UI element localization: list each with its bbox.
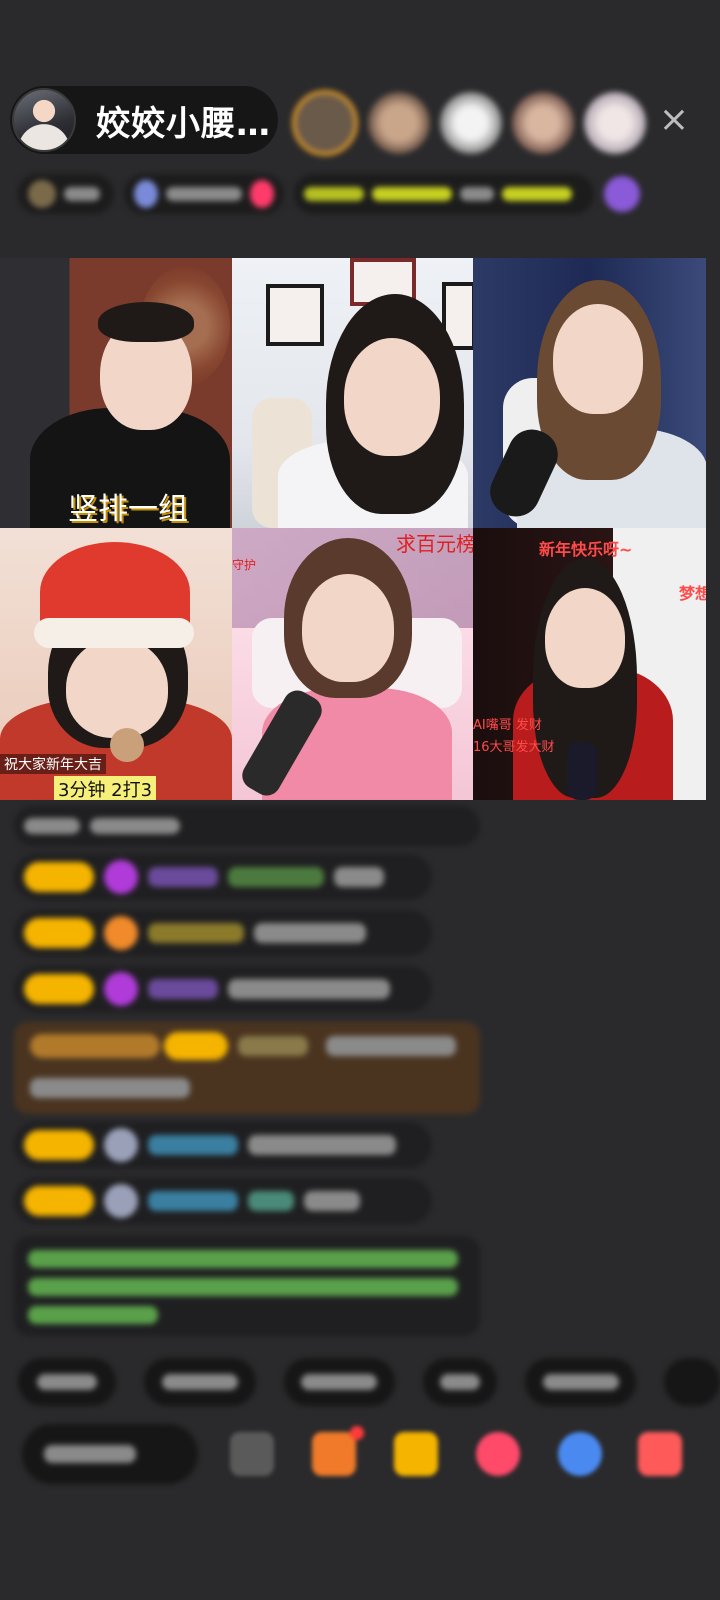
tile-6-greeting: 新年快乐呀~ (539, 540, 633, 559)
heart-icon[interactable] (476, 1432, 520, 1476)
video-tile-2[interactable] (232, 258, 473, 528)
room-rank-chip[interactable] (124, 174, 284, 214)
viewer-avatar-list (292, 90, 646, 156)
gift-icon[interactable] (394, 1432, 438, 1476)
tile-5-rank-text: 求百元榜 (396, 532, 473, 556)
quick-reply-chip[interactable] (18, 1358, 117, 1406)
chat-message[interactable] (14, 1122, 432, 1168)
viewer-avatar[interactable] (440, 92, 502, 154)
close-icon[interactable]: × (656, 102, 692, 138)
tile-1-overlay-text: 竖排一组 (68, 492, 188, 527)
video-tile-4[interactable]: 祝大家新年大吉 3分钟 2打3 (0, 528, 232, 800)
host-avatar[interactable] (12, 88, 76, 152)
video-tile-6[interactable]: 新年快乐呀~ 梦想 AI嘴哥 发财 16大哥发大财 (473, 528, 706, 800)
tile-6-side-text: 梦想 (679, 584, 706, 603)
chat-message-highlight[interactable] (14, 1022, 480, 1114)
viewer-avatar[interactable] (512, 92, 574, 154)
tile-4-caption: 祝大家新年大吉 (0, 754, 106, 774)
video-tile-1[interactable]: 竖排一组 (0, 258, 232, 528)
share-icon[interactable] (558, 1432, 602, 1476)
viewer-avatar[interactable] (368, 92, 430, 154)
quick-reply-chip[interactable] (422, 1358, 498, 1406)
quick-reply-chip[interactable] (144, 1358, 256, 1406)
room-extra-icon[interactable] (604, 176, 640, 212)
room-tag-chip[interactable] (18, 174, 114, 214)
room-info-row (18, 168, 688, 220)
chat-message[interactable] (14, 1178, 432, 1224)
host-info-pill[interactable]: 姣姣小腰… (10, 86, 278, 154)
gift-box-icon[interactable] (312, 1426, 364, 1476)
emoji-icon[interactable] (230, 1432, 274, 1476)
multi-guest-video-grid: 竖排一组 祝大家新年大吉 3分钟 2打3 求百元榜 守护 新年快乐呀~ 梦想 A… (0, 258, 706, 800)
host-name: 姣姣小腰… (96, 103, 271, 144)
chat-message[interactable] (14, 966, 432, 1012)
viewer-avatar[interactable] (292, 90, 358, 156)
tile-5-guard-text: 守护 (232, 558, 257, 572)
more-icon[interactable] (638, 1432, 682, 1476)
room-activity-chip[interactable] (294, 174, 594, 214)
tile-4-timer: 3分钟 2打3 (54, 776, 157, 800)
chat-message[interactable] (14, 910, 432, 956)
viewer-avatar[interactable] (584, 92, 646, 154)
tile-6-caption-2: 16大哥发大财 (473, 740, 555, 755)
chat-input-button[interactable] (22, 1424, 198, 1484)
video-tile-5[interactable]: 求百元榜 守护 (232, 528, 473, 800)
quick-reply-chip[interactable] (525, 1358, 637, 1406)
tile-6-caption-1: AI嘴哥 发财 (473, 718, 542, 733)
video-tile-3[interactable] (473, 258, 706, 528)
quick-reply-chip[interactable] (283, 1358, 395, 1406)
chat-message[interactable] (14, 854, 432, 900)
bottom-action-bar (22, 1424, 712, 1484)
chat-message[interactable] (14, 806, 480, 846)
quick-reply-chip[interactable] (664, 1358, 720, 1406)
system-notice (14, 1236, 480, 1336)
quick-reply-row (18, 1358, 720, 1408)
